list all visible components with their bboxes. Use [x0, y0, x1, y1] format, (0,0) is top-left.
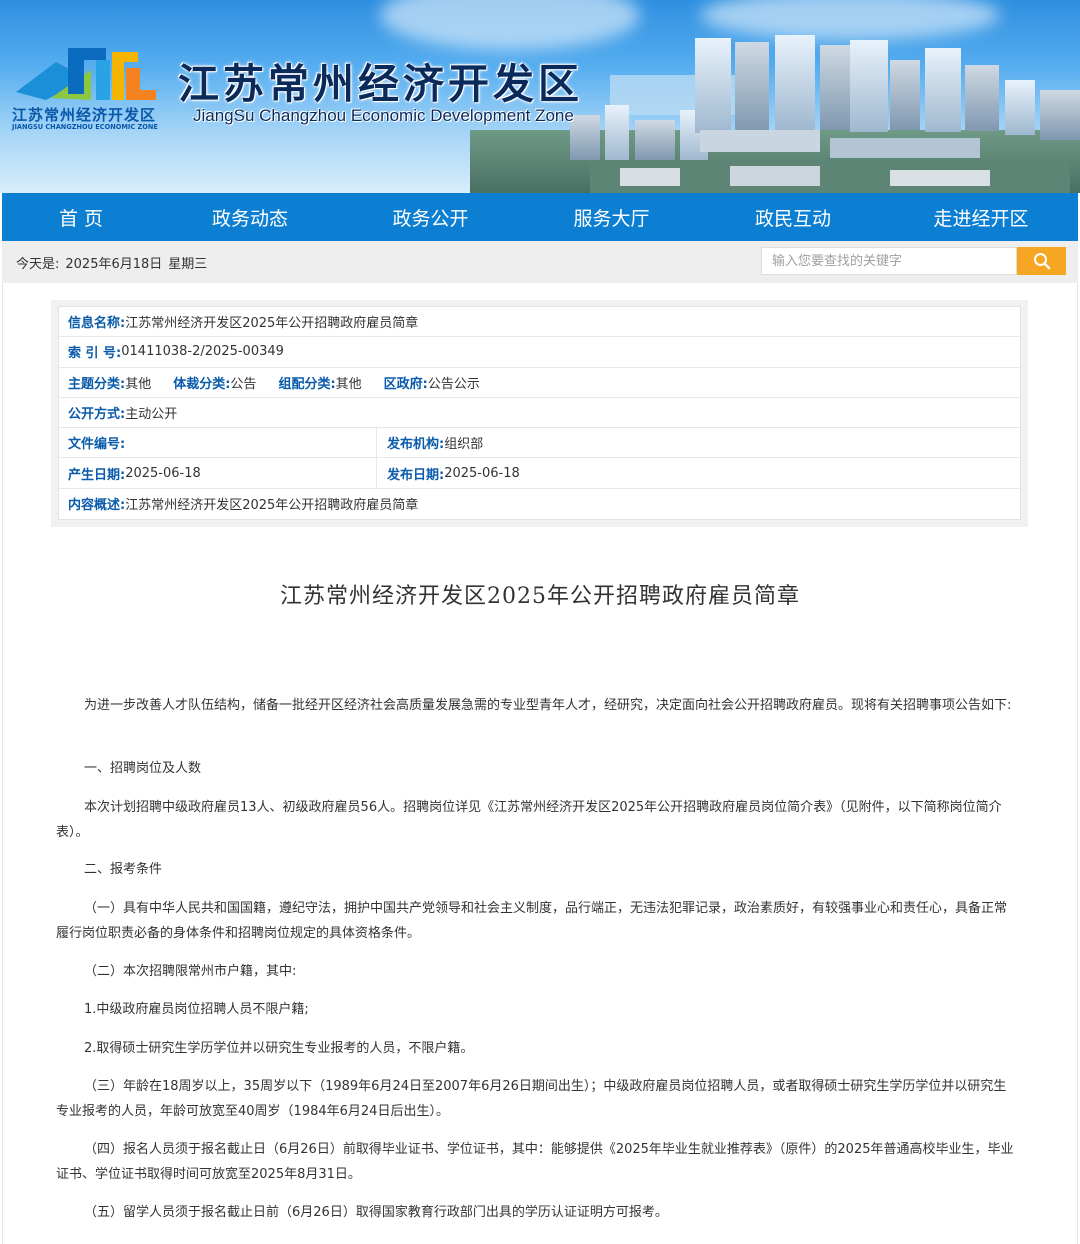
- article-paragraph: 1.中级政府雇员岗位招聘人员不限户籍;: [84, 1002, 309, 1017]
- article-heading: 二、报考条件: [84, 862, 163, 877]
- meta-cell-publisher: 发布机构: 组织部: [377, 428, 695, 457]
- today-date-value: 2025年6月18日: [65, 257, 163, 272]
- today-weekday: 星期三: [168, 257, 208, 272]
- meta-cell-published: 发布日期: 2025-06-18: [377, 458, 695, 487]
- article-paragraph: 2.取得硕士研究生学历学位并以研究生专业报考的人员，不限户籍。: [84, 1041, 474, 1056]
- meta-value: 其他: [335, 376, 362, 392]
- search-icon: [1033, 253, 1050, 270]
- nav-item-government-news[interactable]: 政务动态: [160, 204, 340, 231]
- article-title: 江苏常州经济开发区2025年公开招聘政府雇员简章: [280, 584, 800, 609]
- info-meta-table: 信息名称: 江苏常州经济开发区2025年公开招聘政府雇员简章 索 引 号: 01…: [51, 300, 1028, 527]
- meta-cell-created: 产生日期: 2025-06-18: [59, 458, 377, 488]
- nav-item-about-zone[interactable]: 走进经开区: [884, 204, 1078, 231]
- meta-pair-district: 区政府:公告公示: [384, 373, 480, 392]
- meta-value: 01411038-2/2025-00349: [121, 344, 284, 360]
- article-paragraph: （四）报名人员须于报名截止日（6月26日）前取得毕业证书、学位证书，其中：能够提…: [56, 1142, 1014, 1182]
- article-paragraph: 本次计划招聘中级政府雇员13人、初级政府雇员56人。招聘岗位详见《江苏常州经济开…: [56, 800, 1002, 840]
- meta-label: 信息名称:: [68, 316, 126, 332]
- meta-row-classification: 主题分类:其他 体裁分类:公告 组配分类:其他 区政府:公告公示: [59, 368, 1020, 398]
- article-paragraph: （二）本次招聘限常州市户籍，其中:: [84, 964, 297, 979]
- today-label: 今天是:: [16, 257, 60, 272]
- meta-row-open-mode: 公开方式: 主动公开: [59, 398, 1020, 429]
- meta-value: 主动公开: [125, 407, 178, 423]
- meta-row-doc-publisher: 文件编号: 发布机构: 组织部: [59, 428, 1020, 459]
- meta-value: 江苏常州经济开发区2025年公开招聘政府雇员简章: [125, 498, 419, 514]
- meta-label: 索 引 号:: [68, 346, 122, 362]
- today-date: 今天是: 2025年6月18日 星期三: [16, 253, 213, 272]
- nav-item-public-interaction[interactable]: 政民互动: [702, 204, 884, 231]
- meta-label: 发布日期:: [387, 467, 445, 483]
- meta-value: 江苏常州经济开发区2025年公开招聘政府雇员简章: [125, 316, 419, 332]
- article-paragraph: 为进一步改善人才队伍结构，储备一批经开区经济社会高质量发展急需的专业型青年人才，…: [84, 698, 1012, 713]
- meta-value: 公告: [230, 376, 257, 392]
- article-paragraph: （三）年龄在18周岁以上，35周岁以下（1989年6月24日至2007年6月26…: [56, 1079, 1007, 1119]
- meta-label: 内容概述:: [68, 498, 126, 514]
- meta-pair-topic: 主题分类:其他: [68, 373, 151, 392]
- nav-item-government-disclosure[interactable]: 政务公开: [340, 204, 521, 231]
- meta-pair-org-class: 组配分类:其他: [278, 373, 361, 392]
- meta-label: 产生日期:: [68, 467, 126, 483]
- meta-cell-doc-no: 文件编号:: [59, 428, 377, 458]
- logo-text-en: JIANGSU CHANGZHOU ECONOMIC ZONE: [12, 123, 158, 131]
- meta-label: 体裁分类:: [173, 376, 231, 392]
- logo-text-cn: 江苏常州经济开发区: [12, 106, 157, 124]
- meta-row-summary: 内容概述: 江苏常州经济开发区2025年公开招聘政府雇员简章: [59, 489, 1020, 519]
- meta-value: 组织部: [444, 437, 484, 453]
- main-nav: 首 页 政务动态 政务公开 服务大厅 政民互动 走进经开区: [2, 193, 1078, 241]
- meta-row-index: 索 引 号: 01411038-2/2025-00349: [59, 337, 1020, 368]
- nav-item-service-hall[interactable]: 服务大厅: [521, 204, 702, 231]
- meta-label: 文件编号:: [68, 437, 126, 453]
- meta-label: 主题分类:: [68, 376, 126, 392]
- meta-label: 区政府:: [383, 376, 428, 392]
- article-paragraph: （五）留学人员须于报名截止日前（6月26日）取得国家教育行政部门出具的学历认证证…: [84, 1205, 668, 1220]
- meta-label: 发布机构:: [387, 437, 445, 453]
- meta-value: 2025-06-18: [444, 465, 520, 481]
- meta-pair-genre: 体裁分类:公告: [173, 373, 256, 392]
- article-paragraph: （一）具有中华人民共和国国籍，遵纪守法，拥护中国共产党领导和社会主义制度，品行端…: [56, 901, 1008, 941]
- meta-row-info-name: 信息名称: 江苏常州经济开发区2025年公开招聘政府雇员简章: [59, 307, 1020, 338]
- nav-item-home[interactable]: 首 页: [2, 204, 160, 231]
- site-logo-icon: [16, 48, 156, 100]
- site-title: 江苏常州经济开发区: [178, 60, 583, 108]
- meta-value: 其他: [125, 376, 152, 392]
- date-search-bar: 今天是: 2025年6月18日 星期三: [2, 241, 1078, 283]
- meta-row-dates: 产生日期: 2025-06-18 发布日期: 2025-06-18: [59, 458, 1020, 489]
- article-heading: 一、招聘岗位及人数: [84, 761, 202, 776]
- meta-value: 公告公示: [427, 376, 480, 392]
- search-input[interactable]: [761, 247, 1017, 275]
- info-meta-inner: 信息名称: 江苏常州经济开发区2025年公开招聘政府雇员简章 索 引 号: 01…: [58, 306, 1021, 520]
- meta-label: 公开方式:: [68, 407, 126, 423]
- meta-label: 组配分类:: [278, 376, 336, 392]
- site-subtitle: JiangSu Changzhou Economic Development Z…: [193, 106, 574, 125]
- search-button[interactable]: [1017, 247, 1066, 275]
- meta-value: 2025-06-18: [125, 465, 201, 481]
- header-banner: 江苏常州经济开发区 JIANGSU CHANGZHOU ECONOMIC ZON…: [0, 0, 1080, 193]
